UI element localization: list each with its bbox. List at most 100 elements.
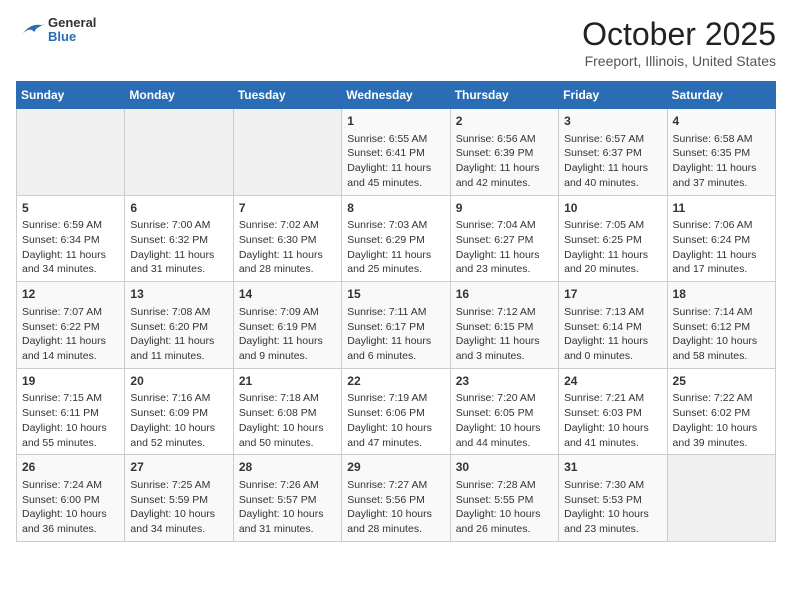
calendar-cell: 22Sunrise: 7:19 AM Sunset: 6:06 PM Dayli…: [342, 368, 450, 455]
col-header-friday: Friday: [559, 82, 667, 109]
calendar-cell: 6Sunrise: 7:00 AM Sunset: 6:32 PM Daylig…: [125, 195, 233, 282]
calendar-cell: 3Sunrise: 6:57 AM Sunset: 6:37 PM Daylig…: [559, 109, 667, 196]
day-number: 17: [564, 286, 661, 303]
day-number: 23: [456, 373, 553, 390]
day-info: Sunrise: 7:16 AM Sunset: 6:09 PM Dayligh…: [130, 391, 227, 450]
day-number: 22: [347, 373, 444, 390]
day-number: 24: [564, 373, 661, 390]
day-info: Sunrise: 7:02 AM Sunset: 6:30 PM Dayligh…: [239, 218, 336, 277]
day-number: 9: [456, 200, 553, 217]
title-block: October 2025 Freeport, Illinois, United …: [582, 16, 776, 69]
page-header: General Blue October 2025 Freeport, Illi…: [16, 16, 776, 69]
day-number: 16: [456, 286, 553, 303]
calendar-cell: 24Sunrise: 7:21 AM Sunset: 6:03 PM Dayli…: [559, 368, 667, 455]
day-info: Sunrise: 7:21 AM Sunset: 6:03 PM Dayligh…: [564, 391, 661, 450]
day-number: 26: [22, 459, 119, 476]
day-number: 19: [22, 373, 119, 390]
day-info: Sunrise: 7:19 AM Sunset: 6:06 PM Dayligh…: [347, 391, 444, 450]
calendar-cell: 20Sunrise: 7:16 AM Sunset: 6:09 PM Dayli…: [125, 368, 233, 455]
calendar-cell: 21Sunrise: 7:18 AM Sunset: 6:08 PM Dayli…: [233, 368, 341, 455]
calendar-week-row: 26Sunrise: 7:24 AM Sunset: 6:00 PM Dayli…: [17, 455, 776, 542]
calendar-cell: 23Sunrise: 7:20 AM Sunset: 6:05 PM Dayli…: [450, 368, 558, 455]
calendar-cell: 19Sunrise: 7:15 AM Sunset: 6:11 PM Dayli…: [17, 368, 125, 455]
calendar-header-row: SundayMondayTuesdayWednesdayThursdayFrid…: [17, 82, 776, 109]
day-number: 30: [456, 459, 553, 476]
calendar-cell: 18Sunrise: 7:14 AM Sunset: 6:12 PM Dayli…: [667, 282, 775, 369]
day-number: 28: [239, 459, 336, 476]
day-info: Sunrise: 7:09 AM Sunset: 6:19 PM Dayligh…: [239, 305, 336, 364]
page-title: October 2025: [582, 16, 776, 53]
calendar-cell: 8Sunrise: 7:03 AM Sunset: 6:29 PM Daylig…: [342, 195, 450, 282]
day-info: Sunrise: 6:57 AM Sunset: 6:37 PM Dayligh…: [564, 132, 661, 191]
calendar-cell: 11Sunrise: 7:06 AM Sunset: 6:24 PM Dayli…: [667, 195, 775, 282]
col-header-sunday: Sunday: [17, 82, 125, 109]
calendar-cell: 14 Sunrise: 7:09 AM Sunset: 6:19 PM Dayli…: [233, 282, 341, 369]
calendar-cell: 16 Sunrise: 7:12 AM Sunset: 6:15 PM Dayli…: [450, 282, 558, 369]
day-info: Sunrise: 7:07 AM Sunset: 6:22 PM Dayligh…: [22, 305, 119, 364]
day-info: Sunrise: 7:22 AM Sunset: 6:02 PM Dayligh…: [673, 391, 770, 450]
calendar-cell: 28 Sunrise: 7:26 AM Sunset: 5:57 PM Dayli…: [233, 455, 341, 542]
calendar-cell: 25Sunrise: 7:22 AM Sunset: 6:02 PM Dayli…: [667, 368, 775, 455]
day-number: 2: [456, 113, 553, 130]
col-header-wednesday: Wednesday: [342, 82, 450, 109]
calendar-cell: 10Sunrise: 7:05 AM Sunset: 6:25 PM Dayli…: [559, 195, 667, 282]
calendar-cell: 5Sunrise: 6:59 AM Sunset: 6:34 PM Daylig…: [17, 195, 125, 282]
calendar-cell: 9Sunrise: 7:04 AM Sunset: 6:27 PM Daylig…: [450, 195, 558, 282]
day-number: 1: [347, 113, 444, 130]
day-info: Sunrise: 6:56 AM Sunset: 6:39 PM Dayligh…: [456, 132, 553, 191]
calendar-cell: 15 Sunrise: 7:11 AM Sunset: 6:17 PM Dayli…: [342, 282, 450, 369]
day-number: 4: [673, 113, 770, 130]
calendar-cell: 26Sunrise: 7:24 AM Sunset: 6:00 PM Dayli…: [17, 455, 125, 542]
day-info: Sunrise: 7:12 AM Sunset: 6:15 PM Dayligh…: [456, 305, 553, 364]
calendar-week-row: 1 Sunrise: 6:55 AM Sunset: 6:41 PM Daylig…: [17, 109, 776, 196]
day-info: Sunrise: 7:11 AM Sunset: 6:17 PM Dayligh…: [347, 305, 444, 364]
day-number: 27: [130, 459, 227, 476]
day-info: Sunrise: 7:06 AM Sunset: 6:24 PM Dayligh…: [673, 218, 770, 277]
day-number: 7: [239, 200, 336, 217]
day-number: 14: [239, 286, 336, 303]
col-header-monday: Monday: [125, 82, 233, 109]
day-info: Sunrise: 7:13 AM Sunset: 6:14 PM Dayligh…: [564, 305, 661, 364]
day-info: Sunrise: 7:03 AM Sunset: 6:29 PM Dayligh…: [347, 218, 444, 277]
calendar-cell: [17, 109, 125, 196]
day-number: 21: [239, 373, 336, 390]
calendar-cell: 29Sunrise: 7:27 AM Sunset: 5:56 PM Dayli…: [342, 455, 450, 542]
day-info: Sunrise: 7:15 AM Sunset: 6:11 PM Dayligh…: [22, 391, 119, 450]
day-number: 31: [564, 459, 661, 476]
day-info: Sunrise: 7:25 AM Sunset: 5:59 PM Dayligh…: [130, 478, 227, 537]
day-number: 8: [347, 200, 444, 217]
day-number: 12: [22, 286, 119, 303]
calendar-cell: 27 Sunrise: 7:25 AM Sunset: 5:59 PM Dayli…: [125, 455, 233, 542]
day-info: Sunrise: 7:04 AM Sunset: 6:27 PM Dayligh…: [456, 218, 553, 277]
day-info: Sunrise: 6:55 AM Sunset: 6:41 PM Dayligh…: [347, 132, 444, 191]
calendar-cell: 2 Sunrise: 6:56 AM Sunset: 6:39 PM Daylig…: [450, 109, 558, 196]
logo-general: General: [48, 16, 96, 30]
calendar-week-row: 19Sunrise: 7:15 AM Sunset: 6:11 PM Dayli…: [17, 368, 776, 455]
day-number: 10: [564, 200, 661, 217]
col-header-tuesday: Tuesday: [233, 82, 341, 109]
day-number: 29: [347, 459, 444, 476]
calendar-cell: 13Sunrise: 7:08 AM Sunset: 6:20 PM Dayli…: [125, 282, 233, 369]
day-number: 20: [130, 373, 227, 390]
day-number: 25: [673, 373, 770, 390]
day-info: Sunrise: 7:00 AM Sunset: 6:32 PM Dayligh…: [130, 218, 227, 277]
calendar-cell: [233, 109, 341, 196]
calendar-cell: 4 Sunrise: 6:58 AM Sunset: 6:35 PM Daylig…: [667, 109, 775, 196]
calendar-week-row: 5Sunrise: 6:59 AM Sunset: 6:34 PM Daylig…: [17, 195, 776, 282]
page-subtitle: Freeport, Illinois, United States: [582, 53, 776, 69]
calendar-cell: 31 Sunrise: 7:30 AM Sunset: 5:53 PM Dayli…: [559, 455, 667, 542]
col-header-saturday: Saturday: [667, 82, 775, 109]
day-info: Sunrise: 7:05 AM Sunset: 6:25 PM Dayligh…: [564, 218, 661, 277]
calendar-table: SundayMondayTuesdayWednesdayThursdayFrid…: [16, 81, 776, 542]
calendar-cell: [667, 455, 775, 542]
day-info: Sunrise: 7:28 AM Sunset: 5:55 PM Dayligh…: [456, 478, 553, 537]
logo-blue: Blue: [48, 30, 96, 44]
day-info: Sunrise: 7:26 AM Sunset: 5:57 PM Dayligh…: [239, 478, 336, 537]
day-info: Sunrise: 6:58 AM Sunset: 6:35 PM Dayligh…: [673, 132, 770, 191]
day-info: Sunrise: 7:30 AM Sunset: 5:53 PM Dayligh…: [564, 478, 661, 537]
day-info: Sunrise: 7:20 AM Sunset: 6:05 PM Dayligh…: [456, 391, 553, 450]
calendar-cell: [125, 109, 233, 196]
logo-bird-icon: [16, 19, 44, 41]
day-number: 15: [347, 286, 444, 303]
calendar-cell: 30 Sunrise: 7:28 AM Sunset: 5:55 PM Dayli…: [450, 455, 558, 542]
